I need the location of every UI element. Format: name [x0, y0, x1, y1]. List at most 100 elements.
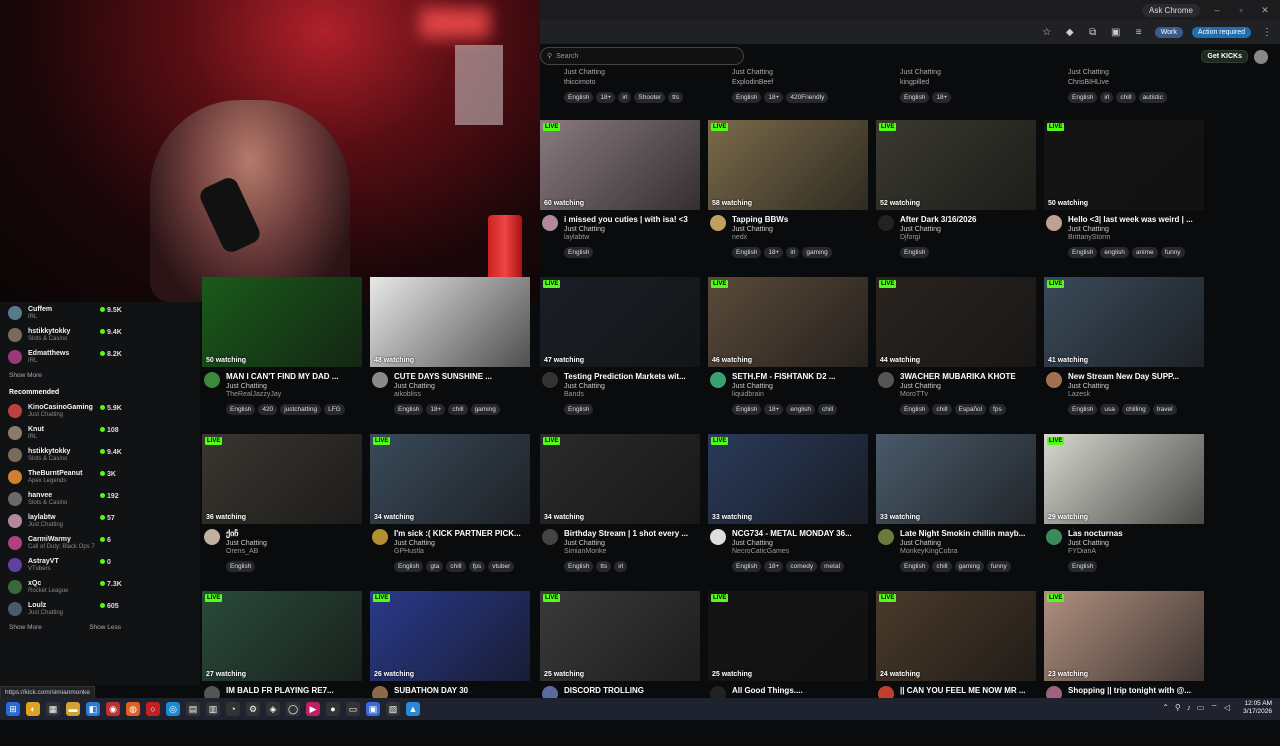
streamer-name[interactable]: nedx	[732, 234, 747, 241]
stream-category[interactable]: Just Chatting	[564, 383, 605, 390]
github-icon[interactable]: ◯	[286, 702, 300, 716]
sidebar-channel[interactable]: Loulz Just Chatting 605	[0, 598, 200, 620]
sidebar-channel[interactable]: AstrayVT VTubers 0	[0, 554, 200, 576]
tag[interactable]: English	[564, 561, 594, 572]
sidebar-channel[interactable]: Cuffem IRL 9.5K	[0, 302, 200, 324]
tag[interactable]: usa	[1100, 404, 1119, 415]
stream-category[interactable]: Just Chatting	[1068, 540, 1109, 547]
firefox-icon[interactable]: ◍	[126, 702, 140, 716]
cast-icon[interactable]: ▣	[1109, 27, 1123, 38]
stream-title[interactable]: New Stream New Day SUPP...	[1068, 372, 1202, 381]
tag[interactable]: gaming	[802, 247, 832, 258]
stream-card[interactable]: LIVE 34 watching Birthday Stream | 1 shot …	[540, 434, 700, 589]
tag[interactable]: anime	[1131, 247, 1158, 258]
sidebar-channel[interactable]: CarmiWarmy Call of Duty: Black Ops 7 6	[0, 532, 200, 554]
show-more-button[interactable]: Show More	[0, 620, 51, 635]
streamer-avatar[interactable]	[372, 529, 388, 545]
tag[interactable]: Español	[954, 404, 987, 415]
stream-thumbnail[interactable]: 50 watching	[202, 277, 362, 367]
sidebar-channel[interactable]: hstikkytokky Slots & Casino 9.4K	[0, 324, 200, 346]
chrome-icon[interactable]: ◉	[106, 702, 120, 716]
tag[interactable]: chill	[932, 561, 952, 572]
streamer-name[interactable]: NecroCaticGames	[732, 548, 789, 555]
show-more-button[interactable]: Show More	[0, 368, 200, 383]
ask-chrome-button[interactable]: Ask Chrome	[1141, 3, 1200, 17]
tag[interactable]: English	[1068, 561, 1098, 572]
calculator-icon[interactable]: ▤	[186, 702, 200, 716]
tag[interactable]: comedy	[786, 561, 818, 572]
stream-thumbnail[interactable]: LIVE 50 watching	[1044, 120, 1204, 210]
stream-card[interactable]: LIVE 46 watching SETH.FM - FISHTANK D2 ...…	[708, 277, 868, 432]
stream-card[interactable]: 33 watching Late Night Smokin chillin may…	[876, 434, 1036, 589]
sidebar-channel[interactable]: Knut IRL 108	[0, 422, 200, 444]
streamer-name[interactable]: GPHustla	[394, 548, 424, 555]
tag[interactable]: 18+	[764, 404, 784, 415]
minimize-icon[interactable]: –	[1210, 5, 1224, 15]
stream-thumbnail[interactable]: LIVE 25 watching	[540, 591, 700, 681]
stream-category[interactable]: Just Chatting	[564, 540, 605, 547]
stream-card[interactable]: LIVE 23 watching Shopping || trip tonight …	[1044, 591, 1204, 746]
tag[interactable]: vtuber	[488, 561, 515, 572]
streamer-avatar[interactable]	[710, 215, 726, 231]
stream-category[interactable]: Just Chatting	[900, 226, 941, 233]
stream-title[interactable]: Las nocturnas	[1068, 529, 1202, 538]
stream-thumbnail[interactable]: LIVE 44 watching	[876, 277, 1036, 367]
stream-card[interactable]: LIVE 27 watching IM BALD FR PLAYING RE7...	[202, 591, 362, 746]
streamer-avatar[interactable]	[878, 529, 894, 545]
search-input[interactable]: ⚲ Search	[540, 47, 744, 65]
stream-title[interactable]: MAN I CAN'T FIND MY DAD ...	[226, 372, 360, 381]
sidebar-channel[interactable]: hstikkytokky Slots & Casino 9.4K	[0, 444, 200, 466]
sidebar-channel[interactable]: laylabtw Just Chatting 57	[0, 510, 200, 532]
tag[interactable]: gta	[426, 561, 444, 572]
tag[interactable]: chill	[448, 404, 468, 415]
stream-title[interactable]: IM BALD FR PLAYING RE7...	[226, 686, 360, 695]
streamer-name[interactable]: Lazesk	[1068, 391, 1090, 398]
action-required-button[interactable]: Action required	[1191, 26, 1251, 38]
streamer-avatar[interactable]	[710, 372, 726, 388]
active-window-icon[interactable]: ▣	[366, 702, 380, 716]
get-kicks-button[interactable]: Get KICKs	[1201, 50, 1248, 63]
stream-thumbnail[interactable]: 48 watching	[370, 277, 530, 367]
tag[interactable]: English	[900, 247, 930, 258]
tag[interactable]: English	[394, 404, 424, 415]
stream-card[interactable]: LIVE 29 watching Las nocturnas Just Chattin…	[1044, 434, 1204, 589]
task-view-icon[interactable]: ▦	[46, 702, 60, 716]
stream-category[interactable]: Just Chatting	[732, 540, 773, 547]
extensions-puzzle-icon[interactable]: ⧉	[1086, 27, 1100, 38]
stream-thumbnail[interactable]: LIVE 33 watching	[708, 434, 868, 524]
stocks-icon[interactable]: ▧	[386, 702, 400, 716]
tag[interactable]: travel	[1152, 404, 1177, 415]
tag[interactable]: English	[732, 561, 762, 572]
user-avatar[interactable]	[1254, 50, 1268, 64]
streamer-avatar[interactable]	[1046, 529, 1062, 545]
tag[interactable]: English	[900, 404, 930, 415]
wifi-icon[interactable]: ⌔	[1210, 703, 1218, 713]
stream-thumbnail[interactable]: LIVE 52 watching	[876, 120, 1036, 210]
streamer-avatar[interactable]	[1046, 215, 1062, 231]
stream-title[interactable]: All Good Things....	[732, 686, 866, 695]
streamer-avatar[interactable]	[542, 215, 558, 231]
stream-category[interactable]: Just Chatting	[900, 383, 941, 390]
media-player-icon[interactable]: ▶	[306, 702, 320, 716]
stream-title[interactable]: CUTE DAYS SUNSHINE ...	[394, 372, 528, 381]
streamer-name[interactable]: MonkeyKingCobra	[900, 548, 958, 555]
streamer-name[interactable]: Orens_AB	[226, 548, 258, 555]
tag[interactable]: English	[732, 404, 762, 415]
tag[interactable]: english	[1100, 247, 1129, 258]
tag[interactable]: English	[1068, 404, 1098, 415]
stream-thumbnail[interactable]: LIVE 47 watching	[540, 277, 700, 367]
stream-category[interactable]: Just Chatting	[394, 540, 435, 547]
tag[interactable]: English	[394, 561, 424, 572]
stream-card[interactable]: LIVE 58 watching Tapping BBWs Just Chatting…	[708, 120, 868, 275]
microphone-icon[interactable]: ♪	[1187, 703, 1191, 713]
tag[interactable]: chill	[932, 404, 952, 415]
stream-title[interactable]: Testing Prediction Markets wit...	[564, 372, 698, 381]
tag[interactable]: tts	[596, 561, 612, 572]
tag[interactable]: justchatting	[280, 404, 322, 415]
stream-card[interactable]: LIVE 41 watching New Stream New Day SUPP..…	[1044, 277, 1204, 432]
stream-card[interactable]: LIVE 25 watching All Good Things....	[708, 591, 868, 746]
close-icon[interactable]: ✕	[1258, 5, 1272, 16]
sidebar-channel[interactable]: hanvee Slots & Casino 192	[0, 488, 200, 510]
stream-thumbnail[interactable]: 33 watching	[876, 434, 1036, 524]
tag[interactable]: English	[226, 404, 256, 415]
